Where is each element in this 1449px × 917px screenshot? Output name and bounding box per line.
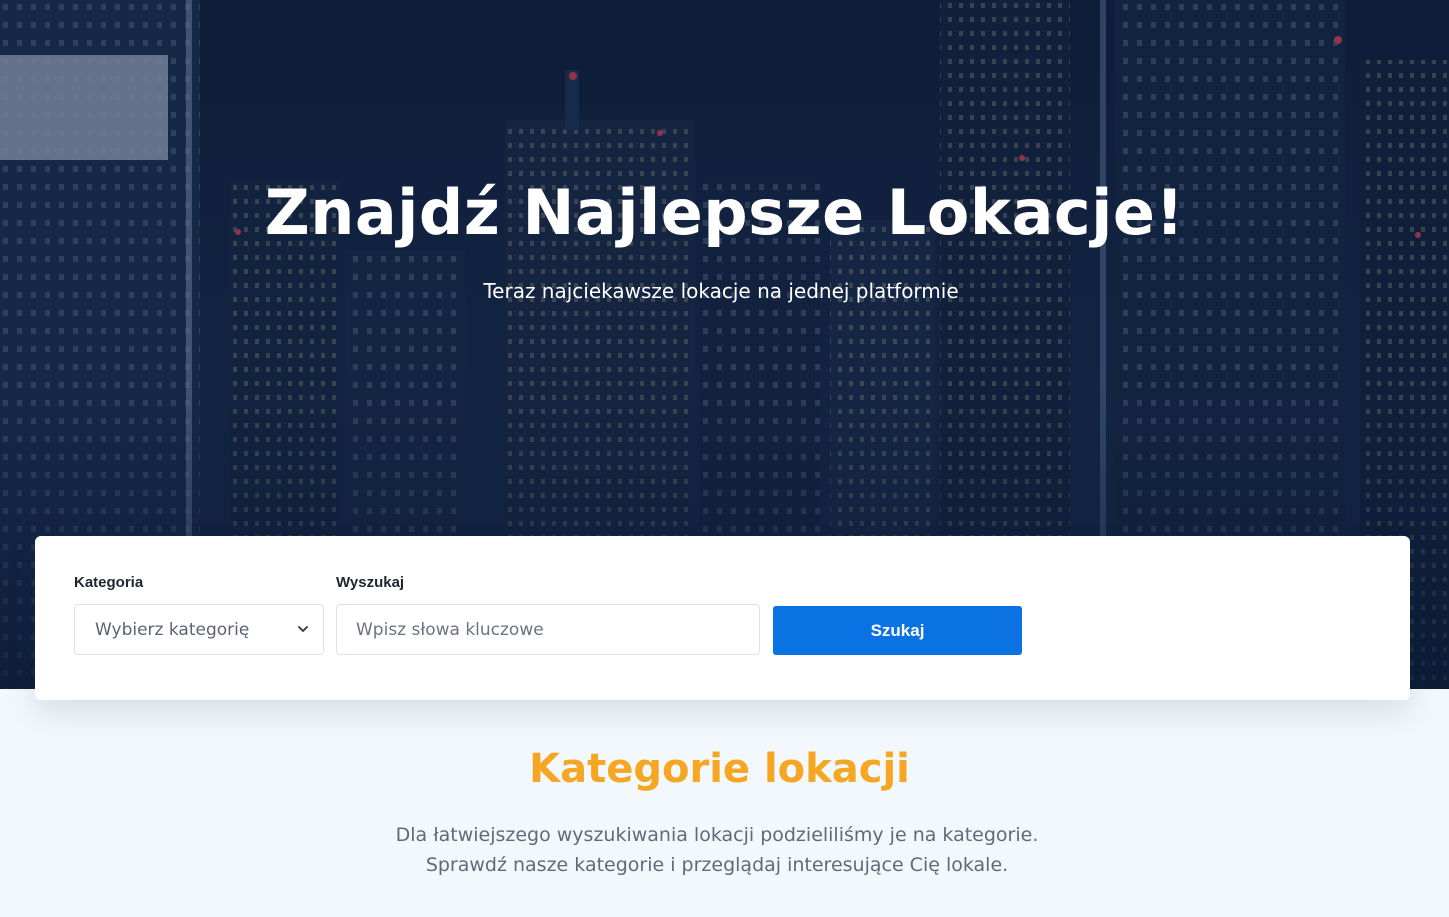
categories-description-line-2: Sprawdź nasze kategorie i przeglądaj int… bbox=[425, 854, 1009, 876]
category-select[interactable]: Wybierz kategorię bbox=[74, 604, 324, 655]
search-button[interactable]: Szukaj bbox=[773, 606, 1022, 655]
keyword-label: Wyszukaj bbox=[336, 574, 405, 591]
categories-section-title: Kategorie lokacji bbox=[529, 746, 910, 792]
categories-description-line-1: Dla łatwiejszego wyszukiwania lokacji po… bbox=[395, 824, 1039, 846]
category-label: Kategoria bbox=[74, 574, 144, 591]
keyword-search-input[interactable] bbox=[336, 604, 760, 655]
hero-title: Znajdź Najlepsze Lokacje! bbox=[264, 176, 1185, 249]
hero-subtitle: Teraz najciekawsze lokacje na jednej pla… bbox=[483, 279, 959, 303]
category-select-value: Wybierz kategorię bbox=[95, 619, 250, 640]
search-panel: Kategoria Wybierz kategorię Wyszukaj Szu… bbox=[35, 536, 1410, 700]
chevron-down-icon bbox=[298, 626, 308, 632]
categories-section-description: Dla łatwiejszego wyszukiwania lokacji po… bbox=[0, 820, 1434, 880]
